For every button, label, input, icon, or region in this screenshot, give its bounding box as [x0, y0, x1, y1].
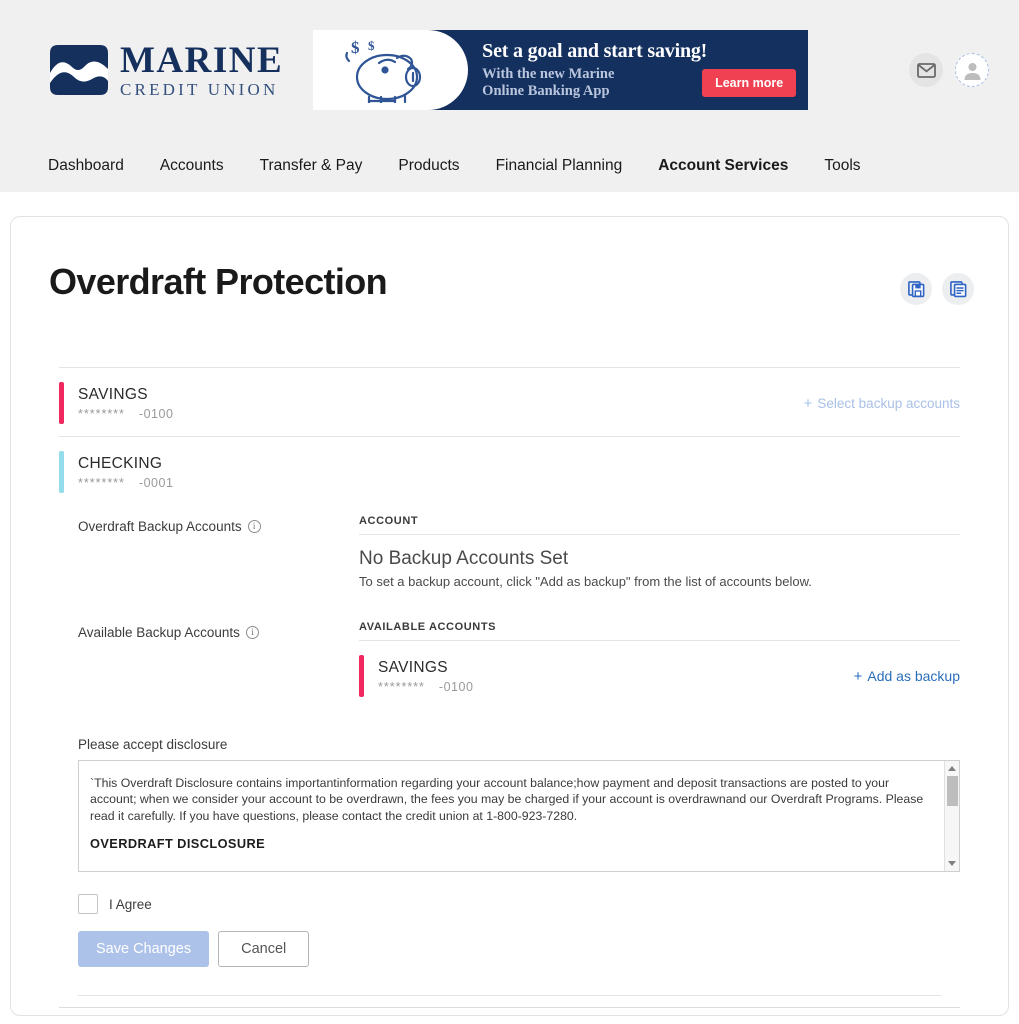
header-top-row: MARINE CREDIT UNION $ $ Set a goal and s…	[0, 0, 1019, 140]
nav-item-products[interactable]: Products	[398, 157, 459, 175]
svg-text:$: $	[368, 38, 375, 53]
promo-banner-copy: Set a goal and start saving! With the ne…	[468, 30, 808, 110]
info-icon[interactable]: i	[247, 520, 261, 533]
no-backup-title: No Backup Accounts Set	[359, 548, 569, 569]
form-button-row: Save Changes Cancel	[59, 914, 960, 967]
nav-item-account-services[interactable]: Account Services	[658, 157, 788, 175]
disclosure-section: Please accept disclosure `This Overdraft…	[59, 709, 960, 872]
account-number: ******** -0001	[78, 476, 173, 490]
piggy-bank-icon: $ $	[344, 38, 421, 103]
nav-item-dashboard[interactable]: Dashboard	[48, 157, 124, 175]
overdraft-backup-label: Overdraft Backup Accounts	[78, 519, 242, 534]
view-documents-icon	[949, 280, 966, 297]
account-number-mask: ********	[378, 679, 425, 694]
brand-name: MARINE	[120, 40, 284, 81]
divider-footer-outer	[59, 1007, 960, 1008]
account-number: ******** -0100	[78, 407, 173, 421]
page-title: Overdraft Protection	[49, 261, 388, 302]
plus-icon: +	[853, 667, 863, 685]
promo-headline: Set a goal and start saving!	[482, 39, 708, 62]
account-number-mask: ********	[78, 475, 125, 490]
account-name: SAVINGS	[78, 385, 148, 403]
overdraft-backup-label-col: Overdraft Backup Accounts i	[59, 515, 359, 589]
account-row-checking[interactable]: CHECKING ******** -0001	[59, 437, 960, 505]
i-agree-label: I Agree	[109, 896, 152, 912]
header-icon-group	[909, 53, 989, 87]
account-number-mask: ********	[78, 406, 125, 421]
available-backup-content: AVAILABLE ACCOUNTS SAVINGS ******** -0100…	[359, 621, 960, 709]
available-account-row-savings[interactable]: SAVINGS ******** -0100 + Add as backup	[359, 641, 960, 709]
select-backup-accounts-link[interactable]: + Select backup accounts	[804, 395, 960, 412]
account-color-bar	[359, 655, 364, 697]
promo-subline-2: Online Banking App	[482, 83, 610, 99]
disclosure-scrollbar[interactable]	[944, 761, 959, 871]
nav-item-financial-planning[interactable]: Financial Planning	[496, 157, 623, 175]
info-icon[interactable]: i	[245, 626, 259, 639]
account-number-digits: -0100	[138, 406, 174, 421]
disclosure-label: Please accept disclosure	[78, 737, 228, 752]
card-header: Overdraft Protection	[11, 217, 1008, 305]
cancel-button[interactable]: Cancel	[218, 931, 310, 967]
brand-logo[interactable]: MARINE CREDIT UNION	[48, 42, 283, 98]
svg-text:$: $	[351, 38, 360, 57]
save-documents-button[interactable]	[900, 273, 932, 305]
site-header: MARINE CREDIT UNION $ $ Set a goal and s…	[0, 0, 1019, 192]
account-number-digits: -0100	[438, 679, 474, 694]
available-backup-label: Available Backup Accounts	[78, 625, 240, 640]
main-navigation: Dashboard Accounts Transfer & Pay Produc…	[0, 140, 1019, 192]
i-agree-checkbox[interactable]	[78, 894, 98, 914]
profile-button[interactable]	[955, 53, 989, 87]
account-row-savings[interactable]: SAVINGS ******** -0100 + Select backup acc…	[59, 368, 960, 436]
brand-tagline: CREDIT UNION	[120, 80, 279, 99]
save-documents-icon	[907, 280, 924, 297]
overdraft-backup-content: ACCOUNT No Backup Accounts Set To set a …	[359, 515, 960, 589]
account-name: CHECKING	[78, 454, 163, 472]
promo-banner[interactable]: $ $ Set a goal and start saving! With th…	[313, 30, 809, 110]
scroll-up-arrow-icon[interactable]	[948, 766, 956, 771]
account-color-bar	[59, 382, 64, 424]
save-changes-button[interactable]: Save Changes	[78, 931, 210, 967]
promo-banner-art: $ $	[313, 30, 469, 110]
scrollbar-thumb[interactable]	[946, 776, 958, 806]
overdraft-backup-section: Overdraft Backup Accounts i ACCOUNT No B…	[59, 505, 960, 589]
account-column-header: ACCOUNT	[359, 515, 419, 527]
disclosure-body-text: `This Overdraft Disclosure contains impo…	[90, 776, 924, 823]
nav-item-transfer-pay[interactable]: Transfer & Pay	[260, 157, 363, 175]
account-number-digits: -0001	[138, 475, 174, 490]
disclosure-heading: OVERDRAFT DISCLOSURE	[90, 836, 266, 852]
agree-row: I Agree	[59, 872, 960, 914]
account-number: ******** -0100	[378, 680, 473, 694]
no-backup-subtitle: To set a backup account, click "Add as b…	[359, 574, 812, 589]
add-as-backup-link[interactable]: + Add as backup	[854, 668, 960, 685]
promo-learn-more-button[interactable]: Learn more	[702, 69, 797, 97]
select-backup-accounts-label: Select backup accounts	[817, 395, 960, 411]
plus-icon: +	[803, 394, 813, 412]
disclosure-textarea[interactable]: `This Overdraft Disclosure contains impo…	[78, 760, 960, 872]
scroll-down-arrow-icon[interactable]	[948, 861, 956, 866]
card-body: SAVINGS ******** -0100 + Select backup acc…	[11, 367, 1008, 1008]
available-backup-section: Available Backup Accounts i AVAILABLE AC…	[59, 589, 960, 709]
add-as-backup-label: Add as backup	[867, 667, 960, 684]
account-color-bar	[59, 451, 64, 493]
available-backup-label-col: Available Backup Accounts i	[59, 621, 359, 709]
user-avatar-icon	[964, 62, 980, 80]
nav-item-tools[interactable]: Tools	[824, 157, 860, 175]
available-accounts-column-header: AVAILABLE ACCOUNTS	[359, 621, 497, 633]
overdraft-protection-card: Overdraft Protection SAVINGS ******** -0…	[10, 216, 1009, 1016]
divider-footer-inner	[78, 995, 941, 996]
account-name: SAVINGS	[378, 658, 448, 676]
messages-button[interactable]	[909, 53, 943, 87]
promo-subline-1: With the new Marine	[482, 65, 615, 82]
marine-wave-logo-icon	[50, 45, 108, 95]
envelope-icon	[916, 62, 936, 78]
card-action-group	[900, 261, 974, 305]
view-documents-button[interactable]	[942, 273, 974, 305]
nav-item-accounts[interactable]: Accounts	[160, 157, 224, 175]
